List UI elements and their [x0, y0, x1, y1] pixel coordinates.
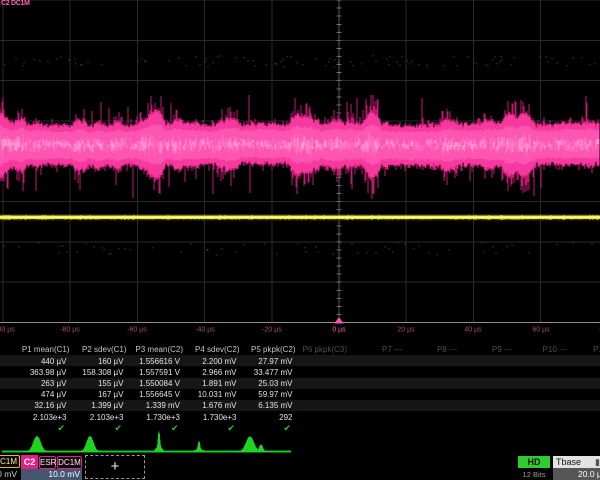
svg-text:40 µs: 40 µs — [464, 327, 482, 334]
svg-text:-20 µs: -20 µs — [262, 327, 282, 334]
svg-text:60 µs: 60 µs — [532, 327, 550, 334]
svg-text:-60 µs: -60 µs — [127, 327, 147, 334]
svg-text:-100 µs: -100 µs — [0, 327, 15, 334]
svg-text:0 µs: 0 µs — [332, 327, 346, 334]
svg-text:20 µs: 20 µs — [397, 327, 415, 334]
svg-text:-80 µs: -80 µs — [60, 327, 80, 334]
svg-text:-40 µs: -40 µs — [195, 327, 215, 334]
